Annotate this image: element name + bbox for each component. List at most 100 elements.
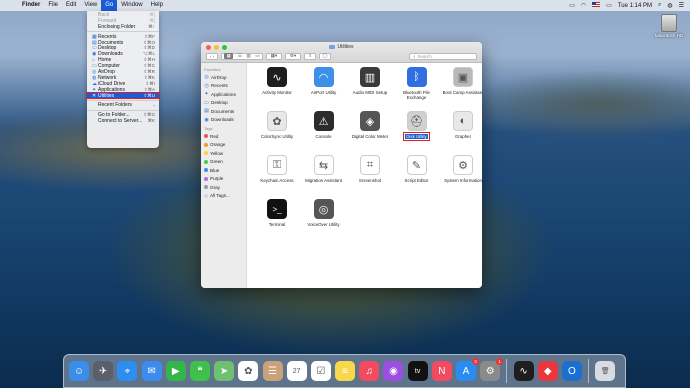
file-item-terminal[interactable]: >_ Terminal [254,199,300,227]
view-switcher[interactable]: ▦ ☰ ▥ ▭ [221,52,263,60]
file-item-migration-assistant[interactable]: ⇆ Migration Assistant [301,155,347,183]
sidebar-tag-green[interactable]: Green [201,158,246,167]
file-item-label: Screenshot [358,178,382,183]
photos-icon[interactable]: ✿ [238,361,259,381]
tag-color-dot-icon [204,168,208,173]
menu-item-label: Enclosing Folder [98,23,136,30]
icon-view-icon[interactable]: ▦ [224,53,234,59]
news-icon[interactable]: N [431,361,452,381]
flag-icon[interactable] [592,2,601,9]
sidebar-tag-all-tags[interactable]: All Tags... [201,192,246,201]
file-item-airport-utility[interactable]: ◠ AirPort Utility [301,67,347,95]
notes-icon[interactable]: ≡ [335,361,356,381]
title-bar: Utilities ‹ › ▦ ☰ ▥ ▭ ▦▾ ⚙▾ ⇪ ◯ ⌕ Search [201,42,482,63]
podcasts-icon[interactable]: ◉ [383,361,404,381]
file-item-voiceover-utility[interactable]: ◎ VoiceOver Utility [301,199,347,227]
battery-icon[interactable]: ▭ [606,2,612,9]
file-item-bluetooth-file-exchange[interactable]: ᛒ Bluetooth File Exchange [394,67,440,100]
sidebar-item-label: Gray [210,184,220,190]
menu-help[interactable]: Help [147,0,167,11]
siri-icon[interactable]: ◍ [667,2,672,9]
file-item-system-information[interactable]: ⚙ System Information [440,155,482,183]
screen-mirroring-icon[interactable]: ▭ [569,2,575,9]
file-item-screenshot[interactable]: ⌗ Screenshot [347,155,393,183]
safari-icon[interactable]: ⌖ [117,361,138,381]
menu-finder[interactable]: Finder [18,0,44,11]
sidebar-tag-orange[interactable]: Orange [201,141,246,150]
music-icon[interactable]: ♫ [359,361,380,381]
trash-icon[interactable]: 🗑 [595,361,616,381]
file-item-label: Grapher [454,134,472,139]
file-item-grapher[interactable]: ◐ Grapher [440,111,482,139]
wifi-icon[interactable]: ◠ [581,2,586,9]
menu-file[interactable]: File [44,0,62,11]
file-item-keychain-access[interactable]: ⚿ Keychain Access [254,155,300,183]
share-icon[interactable]: ⇪ [304,52,316,60]
sidebar-item-applications[interactable]: ✦ Applications [201,90,246,99]
contacts-icon[interactable]: ☰ [262,361,283,381]
sidebar-tag-yellow[interactable]: Yellow [201,149,246,158]
go-menu-item-connect-to-server[interactable]: Connect to Server... ⌘K [87,118,159,124]
dock-glyph: ❝ [197,365,203,377]
list-view-icon[interactable]: ☰ [238,53,242,59]
sidebar-item-recents[interactable]: ◷ Recents [201,82,246,91]
mail-icon[interactable]: ✉ [141,361,162,381]
file-item-audio-midi-setup[interactable]: ▥ Audio MIDI Setup [347,67,393,95]
file-item-colorsync-utility[interactable]: ✿ ColorSync Utility [254,111,300,139]
gallery-view-icon[interactable]: ▭ [255,53,259,59]
file-item-label: Activity Monitor [262,90,292,95]
system-preferences-icon[interactable]: ⚙ 1 [480,358,504,381]
group-by-button[interactable]: ▦▾ [266,52,282,60]
sidebar-item-downloads[interactable]: ◉ Downloads [201,116,246,125]
go-menu-item-enclosing-folder[interactable]: Enclosing Folder ⌘↑ [87,24,159,30]
file-item-console[interactable]: ⚠ Console [301,111,347,139]
sidebar-tag-purple[interactable]: Purple [201,175,246,184]
file-item-digital-color-meter[interactable]: ◈ Digital Color Meter [347,111,393,139]
action-gear-icon[interactable]: ⚙▾ [285,52,301,60]
menu-view[interactable]: View [80,0,101,11]
spotlight-icon[interactable]: ⌕ [658,2,661,9]
folder-icon [329,44,336,49]
launchpad-icon[interactable]: ✈ [93,361,114,381]
drive-label: Macintosh HD [654,33,684,38]
menu-go[interactable]: Go [101,0,118,11]
file-item-activity-monitor[interactable]: ∿ Activity Monitor [254,67,300,95]
sidebar-item-desktop[interactable]: ▭ Desktop [201,99,246,108]
messages-icon[interactable]: ❝ [189,361,210,381]
tv-icon[interactable]: tv [407,361,428,381]
search-field[interactable]: ⌕ Search [409,52,477,60]
file-item-script-editor[interactable]: ✎ Script Editor [394,155,440,183]
outlook-icon[interactable]: O [561,361,582,381]
sidebar-item-label: Red [210,133,219,139]
notification-center-icon[interactable]: ☰ [679,2,684,9]
dock-glyph: ☺ [73,365,85,377]
facetime-icon[interactable]: ▶ [165,361,186,381]
file-item-label: System Information [444,178,482,183]
anydesk-icon[interactable]: ◆ [537,361,558,381]
file-item-boot-camp-assistant[interactable]: ▣ Boot Camp Assistant [440,67,482,95]
go-menu-item-utilities[interactable]: ✕ Utilities ⇧⌘U [86,91,160,100]
sidebar-item-airdrop[interactable]: ◎ AirDrop [201,73,246,82]
sidebar-tag-gray[interactable]: Gray [201,183,246,192]
menu-window[interactable]: Window [117,0,146,11]
sidebar-item-documents[interactable]: ▤ Documents [201,107,246,116]
dock-divider [588,359,590,383]
go-menu-item-recent-folders[interactable]: Recent Folders › [87,102,159,108]
menu-edit[interactable]: Edit [62,0,80,11]
tag-color-dot-icon [204,185,208,190]
desktop-drive[interactable]: Macintosh HD [654,14,684,38]
sidebar-tag-blue[interactable]: Blue [201,166,246,175]
finder-icon[interactable]: ☺ [69,361,89,381]
sidebar-item-label: Documents [211,108,235,114]
clock[interactable]: Tue 1:14 PM [618,3,652,9]
tags-icon[interactable]: ◯ [319,52,331,60]
app-store-icon[interactable]: A3 [456,358,479,381]
maps-icon[interactable]: ➤ [214,361,235,381]
back-forward-buttons[interactable]: ‹ › [206,52,218,60]
calendar-icon[interactable]: 27 [286,361,307,381]
reminders-icon[interactable]: ☑ [310,361,331,381]
activity-monitor-icon[interactable]: ∿ [513,361,534,381]
column-view-icon[interactable]: ▥ [247,53,251,59]
file-item-disk-utility[interactable]: ⛑ Disk Utility [394,111,440,141]
sidebar-tag-red[interactable]: Red [201,132,246,141]
